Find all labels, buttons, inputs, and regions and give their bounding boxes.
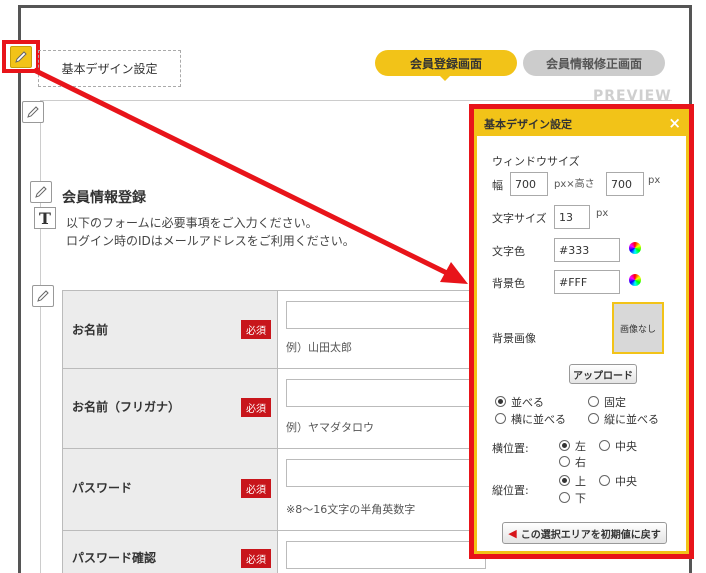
width-input[interactable]: 700 <box>510 172 548 196</box>
close-icon[interactable]: × <box>668 114 681 132</box>
radio-label: 左 <box>575 440 586 453</box>
radio-right[interactable] <box>559 456 570 467</box>
radio-label: 並べる <box>511 396 544 409</box>
bg-color-label: 背景色 <box>492 277 525 290</box>
text-color-input[interactable]: #333 <box>554 238 620 262</box>
text-color-label: 文字色 <box>492 245 525 258</box>
upload-button[interactable]: アップロード <box>569 364 637 384</box>
radio-center[interactable] <box>599 440 610 451</box>
radio-label: 縦に並べる <box>604 413 659 426</box>
radio-tile[interactable] <box>495 396 506 407</box>
radio-top[interactable] <box>559 475 570 486</box>
px-unit: px <box>596 208 609 219</box>
radio-fixed[interactable] <box>588 396 599 407</box>
panel-header: 基本デザイン設定 × <box>477 112 686 136</box>
radio-bottom[interactable] <box>559 492 570 503</box>
panel-title: 基本デザイン設定 <box>484 118 572 131</box>
undo-icon: ◀ <box>508 526 517 540</box>
radio-label: 中央 <box>615 475 637 488</box>
h-position-label: 横位置: <box>492 442 529 455</box>
color-picker-icon[interactable] <box>629 242 641 254</box>
reset-button[interactable]: ◀ この選択エリアを初期値に戻す <box>502 522 667 544</box>
radio-tile-vertical[interactable] <box>588 413 599 424</box>
bg-image-label: 背景画像 <box>492 332 536 345</box>
upload-button-label: アップロード <box>573 370 633 382</box>
design-settings-panel: 基本デザイン設定 × ウィンドウサイズ 幅 700 px×高さ 700 px 文… <box>469 104 694 559</box>
radio-left[interactable] <box>559 440 570 451</box>
height-label: px×高さ <box>554 179 595 190</box>
v-position-label: 縦位置: <box>492 484 529 497</box>
no-image-label: 画像なし <box>619 324 656 335</box>
radio-middle[interactable] <box>599 475 610 486</box>
radio-label: 固定 <box>604 396 626 409</box>
height-input[interactable]: 700 <box>606 172 644 196</box>
radio-label: 中央 <box>615 440 637 453</box>
bg-image-thumbnail[interactable]: 画像なし <box>612 302 664 354</box>
bg-color-input[interactable]: #FFF <box>554 270 620 294</box>
radio-label: 右 <box>575 456 586 469</box>
color-picker-icon[interactable] <box>629 274 641 286</box>
radio-tile-horizontal[interactable] <box>495 413 506 424</box>
width-label: 幅 <box>492 179 503 192</box>
radio-label: 上 <box>575 475 586 488</box>
radio-label: 下 <box>575 492 586 505</box>
radio-label: 横に並べる <box>511 413 566 426</box>
reset-button-label: この選択エリアを初期値に戻す <box>520 529 661 541</box>
window-size-label: ウィンドウサイズ <box>492 155 580 168</box>
font-size-input[interactable]: 13 <box>554 205 590 229</box>
font-size-label: 文字サイズ <box>492 212 547 225</box>
px-unit: px <box>648 175 661 186</box>
panel-body: 基本デザイン設定 × ウィンドウサイズ 幅 700 px×高さ 700 px 文… <box>474 109 689 554</box>
